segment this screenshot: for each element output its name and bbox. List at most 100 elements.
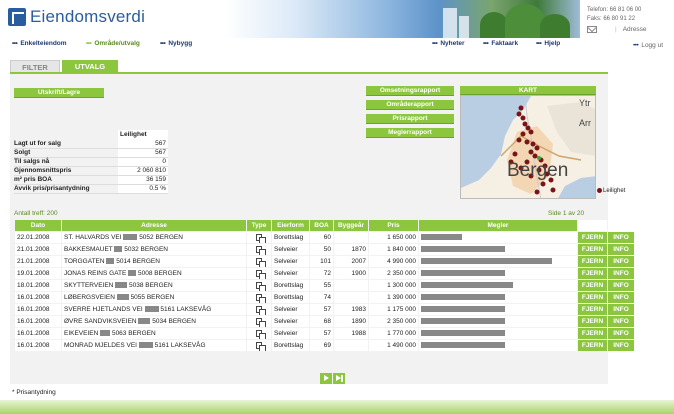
remove-button[interactable]: FJERN [578,256,607,267]
redacted-broker [421,330,505,337]
remove-button[interactable]: FJERN [578,232,607,243]
redacted-block [114,246,123,253]
info-button[interactable]: INFO [608,304,634,315]
cell-address: MONRAD MJELDES VEI 5161 LAKSEVÅG [62,340,246,351]
col-pris[interactable]: Pris [369,220,418,231]
remove-button[interactable]: FJERN [578,280,607,291]
redacted-block [123,234,138,241]
table-row[interactable]: 18.01.2008 SKYTTERVEIEN 5038 BERGEN Borett… [15,280,634,291]
table-row[interactable]: 16.01.2008 MONRAD MJELDES VEI 5161 LAKSEV… [15,340,634,351]
stats-value: 2 060 810 [118,166,168,176]
col-adresse[interactable]: Adresse [62,220,246,231]
info-button[interactable]: INFO [608,328,634,339]
nav-nybygg[interactable]: ••• Nybygg [160,40,192,47]
nav-faktaark[interactable]: ••• Faktaark [483,40,518,47]
cell-date: 22.01.2008 [15,232,61,243]
cell-date: 16.01.2008 [15,304,61,315]
table-row[interactable]: 16.01.2008 LØBERGSVEIEN 5055 BERGEN Borett… [15,292,634,303]
remove-button[interactable]: FJERN [578,292,607,303]
prisrapport-button[interactable]: Prisrapport [366,114,454,124]
nav-enkelteiendom[interactable]: ••• Enkelteiendom [12,40,67,47]
info-button[interactable]: INFO [608,292,634,303]
table-row[interactable]: 16.01.2008 EIKEVEIEN 5063 BERGEN Selveier 5… [15,328,634,339]
cell-boa: 57 [310,328,333,339]
remove-button[interactable]: FJERN [578,316,607,327]
cell-price: 4 990 000 [369,256,418,267]
cell-type [247,340,271,351]
address-link[interactable]: Adresse [623,26,647,33]
apartment-type-icon [256,257,266,267]
table-row[interactable]: 16.01.2008 SVERRE HJETLANDS VEI 5161 LAKS… [15,304,634,315]
col-eierform[interactable]: Eierform [272,220,309,231]
omraderapport-button[interactable]: Områderapport [366,100,454,110]
cell-broker [419,268,577,279]
meglerrapport-button[interactable]: Meglerrapport [366,128,454,138]
cell-boa: 55 [310,280,333,291]
table-row[interactable]: 22.01.2008 ST. HALVARDS VEI 5052 BERGEN Bo… [15,232,634,243]
cell-address: JONAS REINS GATE 5008 BERGEN [62,268,246,279]
info-button[interactable]: INFO [608,316,634,327]
last-page-button[interactable] [333,373,345,384]
apartment-type-icon [256,293,266,303]
table-row[interactable]: 21.01.2008 TORGGATEN 5014 BERGEN Selveier 1… [15,256,634,267]
stats-value: 567 [118,148,168,158]
cell-ownership: Selveier [272,244,309,255]
stats-label: Lagt ut for salg [14,139,118,149]
cell-address: SKYTTERVEIEN 5038 BERGEN [62,280,246,291]
nav-hjelp[interactable]: ••• Hjelp [536,40,560,47]
page-info: Side 1 av 20 [548,210,585,217]
cell-boa: 74 [310,292,333,303]
cell-boa: 60 [310,232,333,243]
omsetningsrapport-button[interactable]: Omsetningsrapport [366,86,454,96]
cell-ownership: Selveier [272,268,309,279]
remove-button[interactable]: FJERN [578,328,607,339]
info-button[interactable]: INFO [608,232,634,243]
col-byggear[interactable]: Byggeår [334,220,368,231]
nav-omrade-utvalg[interactable]: ••• Område/utvalg [86,40,140,47]
col-megler[interactable]: Megler [419,220,577,231]
redacted-broker [421,306,505,313]
map-title[interactable]: KART [460,86,596,95]
redacted-block [128,270,137,277]
cell-address: TORGGATEN 5014 BERGEN [62,256,246,267]
next-page-button[interactable] [320,373,332,384]
logout-link[interactable]: ••• Logg ut [633,42,663,49]
redacted-block [116,294,129,301]
nav-nyheter[interactable]: ••• Nyheter [432,40,465,47]
remove-button[interactable]: FJERN [578,244,607,255]
brand-name[interactable]: Eiendomsverdi [30,7,145,27]
info-button[interactable]: INFO [608,256,634,267]
map-view[interactable]: Ytr Arr Bergen [460,95,596,199]
info-button[interactable]: INFO [608,340,634,351]
stats-header: Leilighet [118,130,168,139]
stats-label: m² pris BOA [14,175,118,185]
cell-year: 1983 [334,304,368,315]
info-button[interactable]: INFO [608,268,634,279]
cell-date: 18.01.2008 [15,280,61,291]
map-label-bergen: Bergen [507,160,568,181]
logo-icon[interactable] [8,8,26,26]
col-boa[interactable]: BOA [310,220,333,231]
cell-date: 16.01.2008 [15,292,61,303]
mail-icon[interactable] [587,26,597,33]
col-dato[interactable]: Dato [15,220,61,231]
cell-price: 1 390 000 [369,292,418,303]
table-row[interactable]: 21.01.2008 BAKKESMAUET 5032 BERGEN Selveie… [15,244,634,255]
remove-button[interactable]: FJERN [578,340,607,351]
main-nav: ••• Enkelteiendom ••• Område/utvalg ••• Nyb… [0,40,674,52]
cell-broker [419,280,577,291]
table-row[interactable]: 19.01.2008 JONAS REINS GATE 5008 BERGEN Se… [15,268,634,279]
cell-type [247,232,271,243]
cell-price: 2 350 000 [369,268,418,279]
info-button[interactable]: INFO [608,244,634,255]
remove-button[interactable]: FJERN [578,304,607,315]
print-save-button[interactable]: Utskrift/Lagre [14,88,104,98]
stats-label: Solgt [14,148,118,158]
table-row[interactable]: 16.01.2008 ØVRE SANDVIKSVEIEN 5034 BERGEN… [15,316,634,327]
col-type[interactable]: Type [247,220,271,231]
info-button[interactable]: INFO [608,280,634,291]
cell-date: 16.01.2008 [15,340,61,351]
remove-button[interactable]: FJERN [578,268,607,279]
apartment-type-icon [256,233,266,243]
cell-boa: 101 [310,256,333,267]
